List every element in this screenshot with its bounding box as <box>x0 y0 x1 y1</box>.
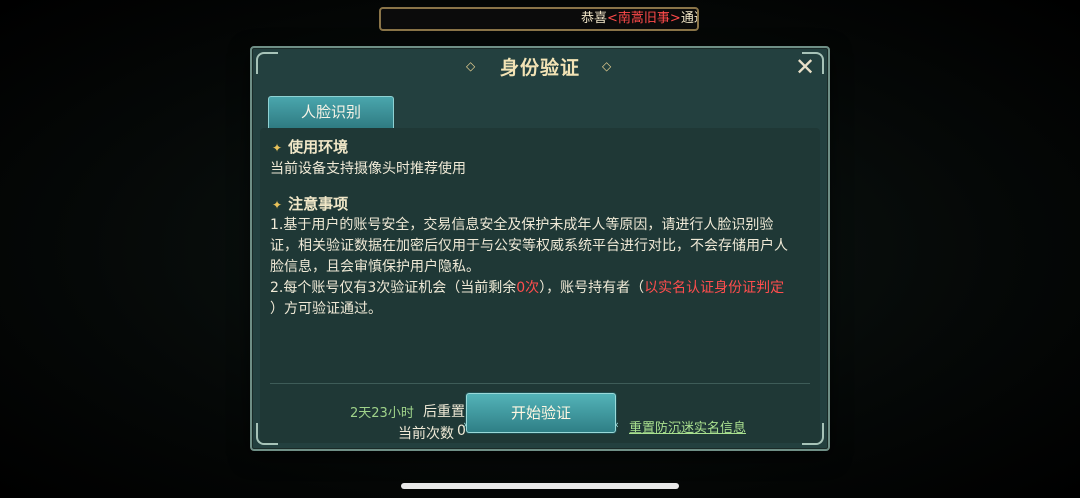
id-rule-highlight: 以实名认证身份证判定 <box>644 280 785 296</box>
notes-text: 1.基于用户的账号安全，交易信息安全及保护未成年人等原因，请进行人脸识别验 证，… <box>270 215 788 320</box>
chevron-left-icon: › <box>463 418 468 431</box>
title-ornament-icon: ◇ <box>602 59 612 73</box>
reset-timer: 2天23小时 <box>350 406 414 421</box>
start-verification-button[interactable]: › 开始验证 ‹ <box>463 393 619 433</box>
note-line: 证，相关验证数据在加密后仅用于与公安等权威系统平台进行对比，不会存储用户人 <box>270 238 788 254</box>
home-indicator[interactable] <box>401 483 679 489</box>
content-panel: ✦ 使用环境 当前设备支持摄像头时推荐使用 ✦ 注意事项 1.基于用户的账号安全，交… <box>260 128 820 443</box>
marquee-prefix: 恭喜 <box>581 11 608 26</box>
note-fragment: ），账号持有者（ <box>539 280 645 296</box>
chevron-right-icon: ‹ <box>614 418 619 431</box>
heading-label: 使用环境 <box>288 138 349 156</box>
heading-label: 注意事项 <box>288 195 349 213</box>
dialog-title: 身份验证 <box>499 57 580 79</box>
start-verification-label: 开始验证 <box>510 404 571 422</box>
note-line: 1.基于用户的账号安全，交易信息安全及保护未成年人等原因，请进行人脸识别验 <box>270 217 774 233</box>
note-line: ）方可验证通过。 <box>270 301 382 317</box>
star-bullet-icon: ✦ <box>272 141 283 155</box>
notes-heading: ✦ 注意事项 <box>272 193 348 214</box>
note-line: 脸信息，且会审慎保护用户隐私。 <box>270 259 480 275</box>
tab-face-recognition[interactable]: 人脸识别 <box>268 96 394 128</box>
usage-environment-text: 当前设备支持摄像头时推荐使用 <box>270 161 466 177</box>
divider <box>270 383 810 384</box>
note-fragment: 2.每个账号仅有3次验证机会（当前剩余 <box>270 280 517 296</box>
attempt-count-label: 当前次数 <box>398 426 454 442</box>
marquee-suffix: 通过 <box>680 11 697 26</box>
star-bullet-icon: ✦ <box>272 198 283 212</box>
marquee-text: 恭喜<南蒿旧事>通过 <box>581 9 697 29</box>
note-line: 2.每个账号仅有3次验证机会（当前剩余0次），账号持有者（以实名认证身份证判定 <box>270 278 788 299</box>
identity-verification-dialog: ◇ 身份验证 ◇ ✕ 人脸识别 ✦ 使用环境 当前设备支持摄像头时推荐使用 ✦ 注意… <box>250 46 830 451</box>
announcement-marquee: 恭喜<南蒿旧事>通过 <box>379 7 699 31</box>
usage-environment-heading: ✦ 使用环境 <box>272 136 348 157</box>
reset-timer-suffix: 后重置 <box>423 404 465 420</box>
reset-anti-addiction-link[interactable]: 重置防沉迷实名信息 <box>629 417 746 436</box>
close-icon[interactable]: ✕ <box>794 55 816 79</box>
remaining-count: 0次 <box>516 280 540 296</box>
marquee-highlight: <南蒿旧事> <box>607 11 681 26</box>
